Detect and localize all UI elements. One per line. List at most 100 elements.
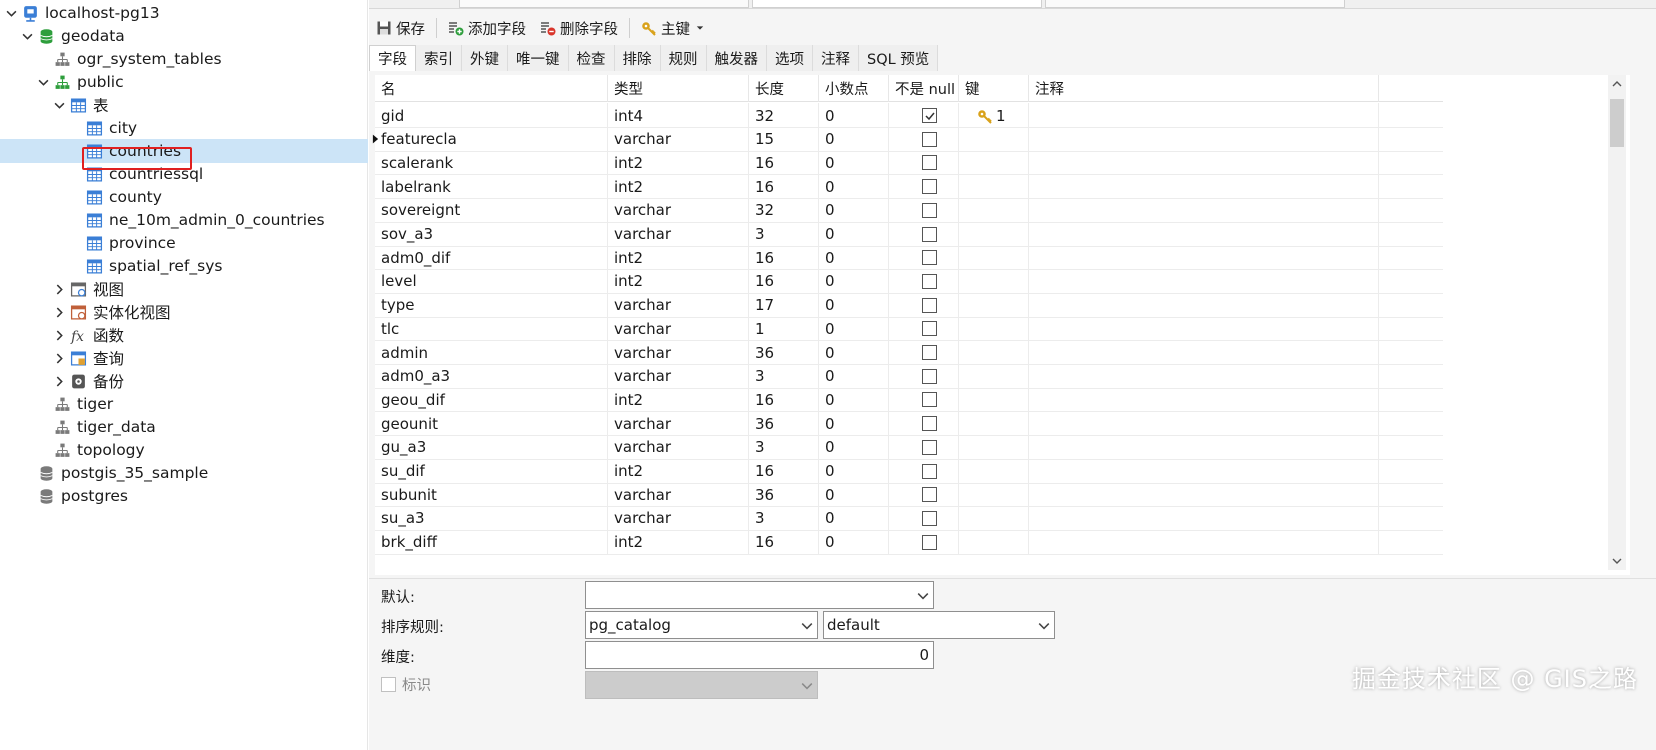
field-key-cell[interactable] bbox=[959, 245, 1029, 271]
tree-node-backups-folder[interactable]: 备份 bbox=[0, 369, 368, 393]
not-null-checkbox[interactable] bbox=[922, 297, 937, 313]
tab-foreign-keys[interactable]: 外键 bbox=[462, 45, 508, 71]
tree-node-schema-ogr[interactable]: ogr_system_tables bbox=[0, 47, 368, 71]
field-decimals-cell[interactable]: 0 bbox=[819, 387, 889, 413]
column-header-key[interactable]: 键 bbox=[959, 75, 1029, 102]
field-comment-cell[interactable] bbox=[1029, 197, 1379, 223]
field-key-cell[interactable] bbox=[959, 505, 1029, 531]
field-decimals-cell[interactable]: 0 bbox=[819, 174, 889, 200]
field-decimals-cell[interactable]: 0 bbox=[819, 292, 889, 318]
field-decimals-cell[interactable]: 0 bbox=[819, 340, 889, 365]
column-header-decimals[interactable]: 小数点 bbox=[819, 75, 889, 102]
field-type-cell[interactable]: varchar bbox=[608, 316, 749, 342]
not-null-checkbox[interactable] bbox=[922, 321, 937, 337]
field-length-cell[interactable]: 17 bbox=[749, 292, 819, 318]
field-name-cell[interactable]: adm0_a3 bbox=[375, 363, 608, 389]
not-null-checkbox[interactable] bbox=[922, 487, 937, 503]
tree-node-queries-folder[interactable]: 查询 bbox=[0, 346, 368, 370]
tab-options[interactable]: 选项 bbox=[767, 45, 813, 71]
column-header-name[interactable]: 名 bbox=[375, 75, 608, 102]
field-name-cell[interactable]: featurecla bbox=[375, 126, 608, 152]
chevron-down-icon[interactable] bbox=[1038, 620, 1050, 632]
field-not-null-cell[interactable] bbox=[889, 363, 959, 389]
field-comment-cell[interactable] bbox=[1029, 103, 1379, 128]
collation-schema-combo[interactable]: pg_catalog bbox=[585, 611, 818, 639]
field-type-cell[interactable]: int2 bbox=[608, 174, 749, 200]
field-not-null-cell[interactable] bbox=[889, 340, 959, 365]
table-row[interactable]: scalerank int2 16 0 bbox=[375, 150, 1443, 176]
tree-node-table[interactable]: county bbox=[0, 185, 368, 209]
not-null-checkbox[interactable] bbox=[922, 155, 937, 171]
not-null-checkbox[interactable] bbox=[922, 345, 937, 360]
table-row[interactable]: type varchar 17 0 bbox=[375, 292, 1443, 318]
field-comment-cell[interactable] bbox=[1029, 363, 1379, 389]
field-key-cell[interactable] bbox=[959, 458, 1029, 484]
field-key-cell[interactable] bbox=[959, 268, 1029, 294]
table-row[interactable]: gu_a3 varchar 3 0 bbox=[375, 434, 1443, 460]
field-key-cell[interactable] bbox=[959, 126, 1029, 152]
add-field-button[interactable]: 添加字段 bbox=[441, 15, 533, 41]
table-row[interactable]: level int2 16 0 bbox=[375, 268, 1443, 294]
field-name-cell[interactable]: scalerank bbox=[375, 150, 608, 176]
field-length-cell[interactable]: 36 bbox=[749, 411, 819, 437]
field-length-cell[interactable]: 16 bbox=[749, 245, 819, 271]
tree-node-table[interactable]: spatial_ref_sys bbox=[0, 254, 368, 278]
field-decimals-cell[interactable]: 0 bbox=[819, 150, 889, 176]
field-name-cell[interactable]: labelrank bbox=[375, 174, 608, 200]
tab-rules[interactable]: 规则 bbox=[660, 45, 707, 71]
column-header-length[interactable]: 长度 bbox=[749, 75, 819, 102]
table-row[interactable]: labelrank int2 16 0 bbox=[375, 174, 1443, 200]
field-not-null-cell[interactable] bbox=[889, 268, 959, 294]
tree-node-database[interactable]: postgres bbox=[0, 484, 368, 508]
field-type-cell[interactable]: varchar bbox=[608, 221, 749, 247]
field-name-cell[interactable]: gu_a3 bbox=[375, 434, 608, 460]
field-type-cell[interactable]: int2 bbox=[608, 458, 749, 484]
delete-field-button[interactable]: 删除字段 bbox=[533, 15, 625, 41]
checkbox-box[interactable] bbox=[381, 677, 396, 692]
field-decimals-cell[interactable]: 0 bbox=[819, 363, 889, 389]
field-key-cell[interactable] bbox=[959, 434, 1029, 460]
field-comment-cell[interactable] bbox=[1029, 340, 1379, 365]
field-type-cell[interactable]: int2 bbox=[608, 387, 749, 413]
tree-node-table[interactable]: ne_10m_admin_0_countries bbox=[0, 208, 368, 232]
not-null-checkbox[interactable] bbox=[922, 392, 937, 408]
field-comment-cell[interactable] bbox=[1029, 268, 1379, 294]
field-decimals-cell[interactable]: 0 bbox=[819, 268, 889, 294]
not-null-checkbox[interactable] bbox=[922, 439, 937, 455]
field-length-cell[interactable]: 16 bbox=[749, 529, 819, 555]
tab-indexes[interactable]: 索引 bbox=[416, 45, 462, 71]
tab-excludes[interactable]: 排除 bbox=[614, 45, 661, 71]
field-type-cell[interactable]: int2 bbox=[608, 529, 749, 555]
field-length-cell[interactable]: 16 bbox=[749, 268, 819, 294]
field-type-cell[interactable]: int2 bbox=[608, 245, 749, 271]
collation-combo[interactable]: default bbox=[823, 611, 1055, 639]
field-comment-cell[interactable] bbox=[1029, 292, 1379, 318]
chevron-right-icon[interactable] bbox=[52, 369, 66, 393]
field-decimals-cell[interactable]: 0 bbox=[819, 458, 889, 484]
field-type-cell[interactable]: varchar bbox=[608, 505, 749, 531]
field-name-cell[interactable]: gid bbox=[375, 103, 608, 128]
field-type-cell[interactable]: int4 bbox=[608, 103, 749, 128]
field-not-null-cell[interactable] bbox=[889, 505, 959, 531]
field-name-cell[interactable]: type bbox=[375, 292, 608, 318]
not-null-checkbox[interactable] bbox=[922, 202, 937, 218]
field-length-cell[interactable]: 32 bbox=[749, 197, 819, 223]
field-decimals-cell[interactable]: 0 bbox=[819, 529, 889, 555]
scroll-down-icon[interactable] bbox=[1610, 554, 1624, 568]
table-row[interactable]: su_a3 varchar 3 0 bbox=[375, 505, 1443, 531]
field-length-cell[interactable]: 16 bbox=[749, 387, 819, 413]
field-name-cell[interactable]: geou_dif bbox=[375, 387, 608, 413]
primary-key-button[interactable]: 主键 bbox=[634, 15, 715, 41]
table-row[interactable]: admin varchar 36 0 bbox=[375, 340, 1443, 365]
not-null-checkbox[interactable] bbox=[922, 226, 937, 242]
field-comment-cell[interactable] bbox=[1029, 174, 1379, 200]
tree-node-table[interactable]: province bbox=[0, 231, 368, 255]
field-comment-cell[interactable] bbox=[1029, 245, 1379, 271]
chevron-right-icon[interactable] bbox=[52, 277, 66, 301]
field-not-null-cell[interactable] bbox=[889, 197, 959, 223]
column-header-type[interactable]: 类型 bbox=[608, 75, 749, 102]
tab-unique-keys[interactable]: 唯一键 bbox=[508, 45, 569, 71]
field-length-cell[interactable]: 36 bbox=[749, 340, 819, 365]
field-type-cell[interactable]: varchar bbox=[608, 363, 749, 389]
table-row[interactable]: sov_a3 varchar 3 0 bbox=[375, 221, 1443, 247]
